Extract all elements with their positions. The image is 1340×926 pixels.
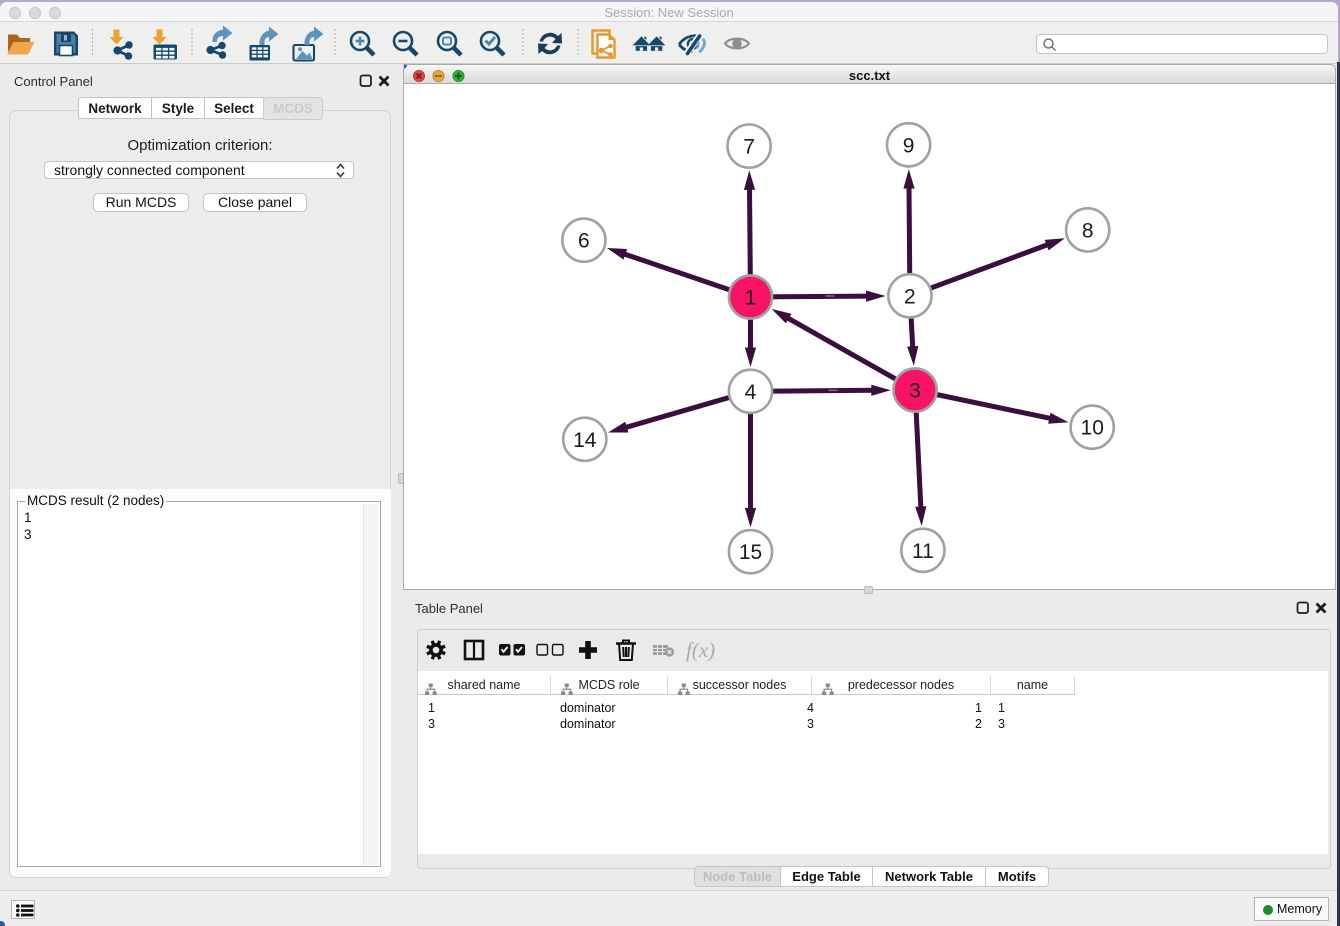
- svg-text:1: 1: [745, 287, 757, 310]
- svg-text:4: 4: [745, 381, 757, 404]
- svg-text:11: 11: [912, 540, 934, 563]
- svg-text:15: 15: [739, 541, 762, 564]
- svg-text:9: 9: [903, 134, 915, 157]
- svg-text:8: 8: [1082, 219, 1094, 242]
- svg-text:f(x): f(x): [686, 638, 715, 662]
- svg-text:14: 14: [573, 429, 597, 452]
- svg-text:3: 3: [909, 380, 921, 403]
- svg-text:10: 10: [1081, 417, 1104, 440]
- svg-text:2: 2: [904, 285, 916, 308]
- svg-text:7: 7: [743, 136, 755, 159]
- svg-text:6: 6: [578, 230, 590, 253]
